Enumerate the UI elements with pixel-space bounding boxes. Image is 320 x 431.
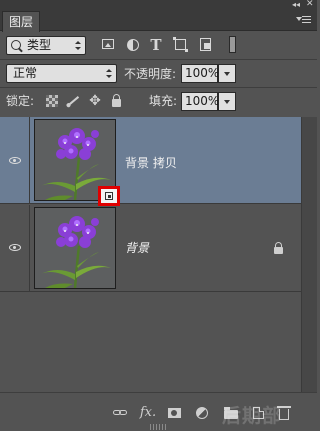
blend-mode-value: 正常 xyxy=(13,66,38,80)
lock-position-icon[interactable]: ✥ xyxy=(87,93,103,109)
add-mask-icon[interactable] xyxy=(166,405,184,421)
type-filter-icon[interactable]: T xyxy=(147,36,165,54)
layer-row-background[interactable]: 背景 xyxy=(0,205,301,292)
layer-style-icon[interactable]: fx. xyxy=(139,405,157,421)
fill-dropdown-button[interactable] xyxy=(218,92,236,111)
filter-kind-label: 类型 xyxy=(27,38,52,52)
smart-object-thumbnail-icon xyxy=(98,186,120,206)
scrollbar[interactable] xyxy=(301,117,317,392)
opacity-label: 不透明度: xyxy=(124,67,177,81)
tab-layers[interactable]: 图层 xyxy=(2,11,40,32)
layer-lock-icon xyxy=(273,242,285,254)
link-layers-icon[interactable] xyxy=(111,405,129,421)
panel-tab-bar xyxy=(0,9,317,31)
fill-label: 填充: xyxy=(149,94,178,108)
lock-all-icon[interactable] xyxy=(109,93,125,109)
select-arrows-icon xyxy=(106,69,112,79)
visibility-toggle[interactable] xyxy=(0,205,30,291)
pixel-filter-icon[interactable] xyxy=(100,36,118,54)
close-panel-icon[interactable]: ✕ xyxy=(306,0,316,9)
eye-icon xyxy=(9,157,21,164)
visibility-toggle[interactable] xyxy=(0,117,30,203)
search-icon xyxy=(11,40,21,50)
lock-label: 锁定: xyxy=(6,94,35,108)
filter-toggle-switch[interactable] xyxy=(229,36,236,53)
new-adjustment-layer-icon[interactable] xyxy=(193,405,211,421)
fill-field[interactable]: 100% xyxy=(181,92,219,111)
lock-image-pixels-icon[interactable] xyxy=(65,93,81,109)
layer-thumbnail xyxy=(34,207,116,289)
filter-kind-select[interactable]: 类型 xyxy=(6,36,86,55)
opacity-field[interactable]: 100% xyxy=(181,64,219,83)
layer-row-background-copy[interactable]: 背景 拷贝 xyxy=(0,117,301,204)
orchid-image xyxy=(35,208,115,288)
panel-top-strip xyxy=(0,0,317,9)
lock-transparent-pixels-icon[interactable] xyxy=(46,95,58,107)
watermark: 后期部 xyxy=(222,405,283,427)
shape-filter-icon[interactable] xyxy=(172,36,190,54)
divider xyxy=(0,59,317,60)
panel-menu-icon[interactable] xyxy=(294,13,312,29)
resize-grip[interactable] xyxy=(150,424,166,430)
adjustment-filter-icon[interactable] xyxy=(124,36,142,54)
layer-name[interactable]: 背景 xyxy=(125,239,149,256)
eye-icon xyxy=(9,244,21,251)
layer-name[interactable]: 背景 拷贝 xyxy=(125,154,177,171)
divider xyxy=(0,87,317,88)
opacity-dropdown-button[interactable] xyxy=(218,64,236,83)
smart-object-filter-icon[interactable] xyxy=(197,36,215,54)
collapse-panel-icon[interactable]: ◂◂ xyxy=(292,0,306,9)
select-arrows-icon xyxy=(75,41,81,51)
blend-mode-select[interactable]: 正常 xyxy=(6,64,117,83)
